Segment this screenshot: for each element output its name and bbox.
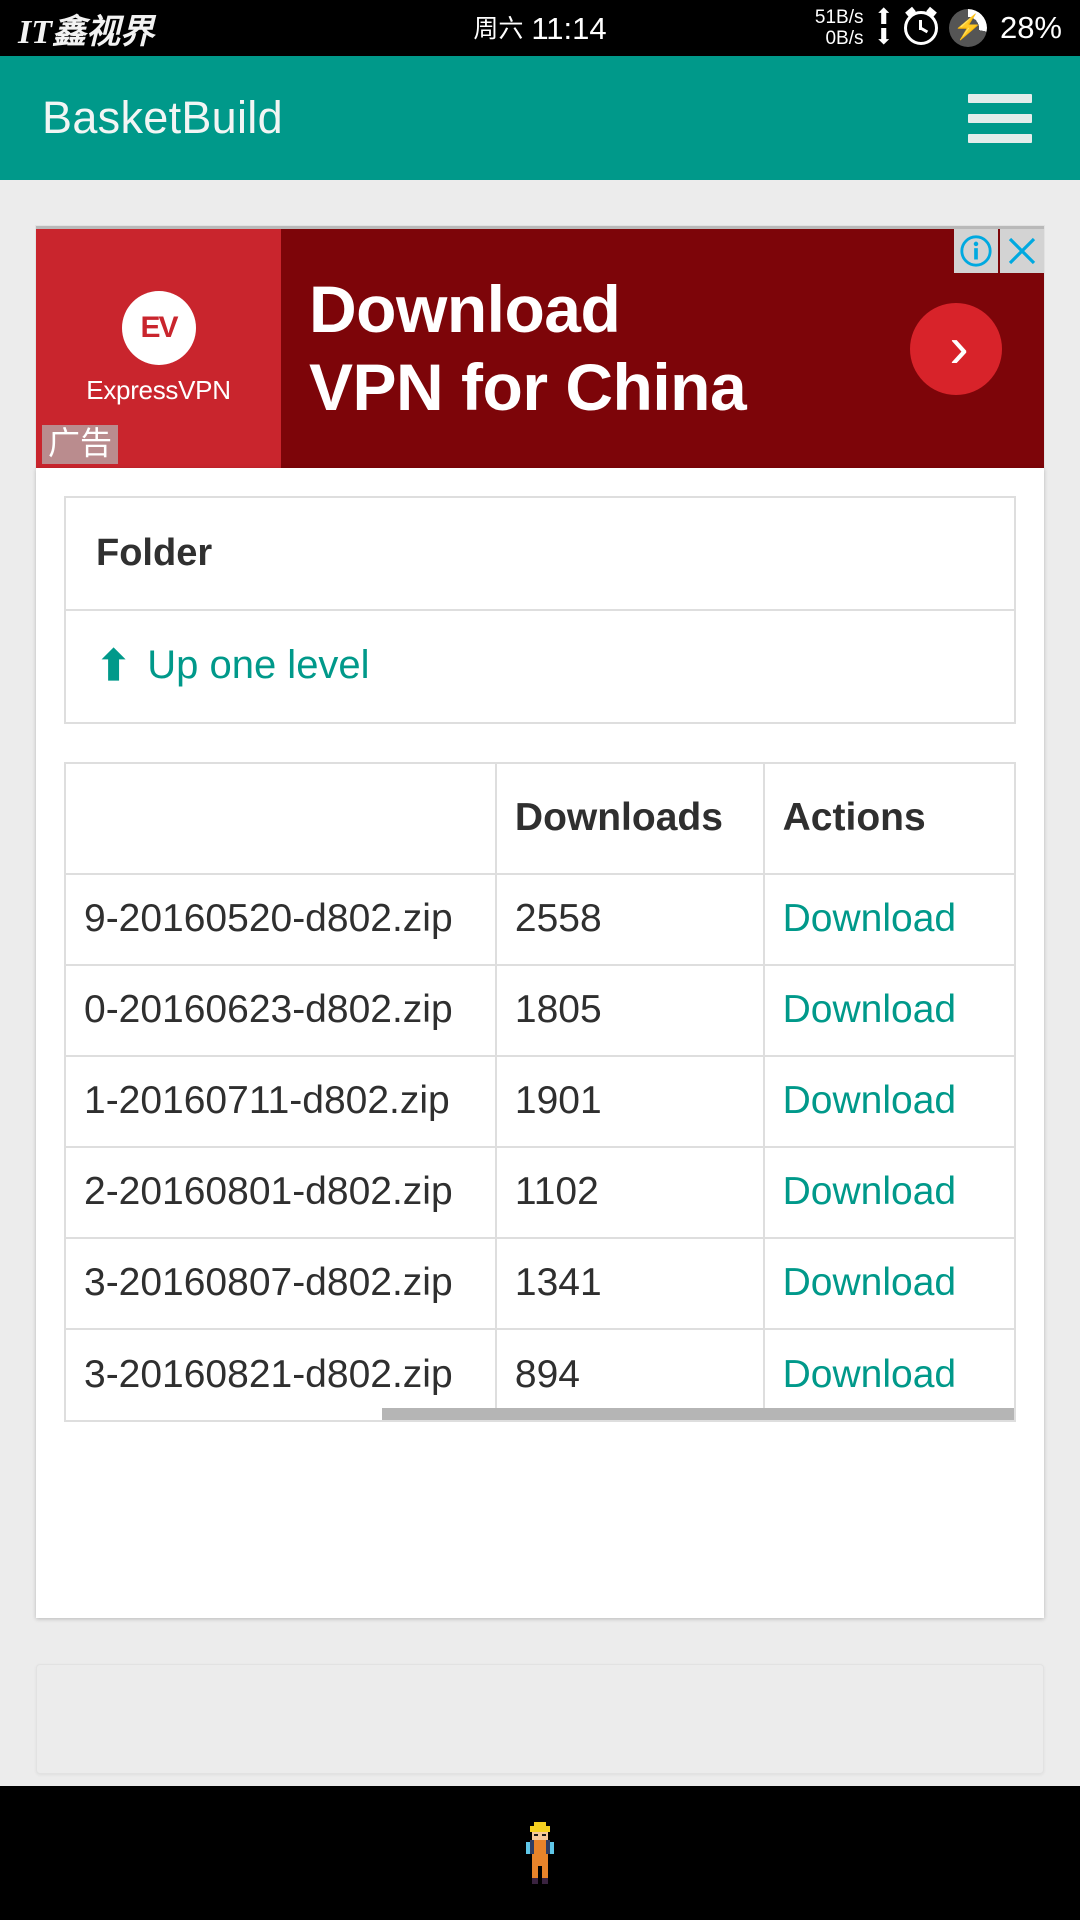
content-scroll-area[interactable]: EV ExpressVPN Download VPN for China › 广… (0, 180, 1080, 1786)
status-bar-watermark: IT鑫视界 (18, 13, 154, 51)
ad-headline-line-1: Download (309, 272, 621, 347)
download-link[interactable]: Download (783, 1170, 956, 1213)
column-header-name (66, 763, 497, 875)
download-link[interactable]: Download (783, 1353, 956, 1396)
files-table-header-row: Downloads Actions (66, 763, 1014, 875)
battery-charging-icon: ⚡ (948, 9, 987, 47)
file-downloads: 1901 (495, 1055, 765, 1148)
file-browser-card: Folder ⬆ Up one level Downloads Actions … (36, 468, 1044, 1618)
ad-banner[interactable]: EV ExpressVPN Download VPN for China › 广… (36, 226, 1044, 468)
arrow-down-icon: ⬇ (874, 24, 893, 49)
chevron-right-icon: › (949, 315, 969, 381)
table-row[interactable]: 3-20160807-d802.zip 1341 Download (66, 1237, 1014, 1330)
app-bar: BasketBuild (0, 56, 1080, 180)
status-bar-icons: 51B/s 0B/s ⬆ ⬇ ⚡ 28% (815, 6, 1062, 50)
files-table: Downloads Actions 9-20160520-d802.zip 25… (66, 763, 1014, 1420)
up-one-level-row[interactable]: ⬆ Up one level (66, 611, 1014, 722)
ad-disclosure-label: 广告 (42, 425, 119, 464)
column-header-actions: Actions (763, 763, 1014, 875)
network-download-speed: 51B/s (814, 7, 864, 28)
file-downloads: 894 (495, 1328, 765, 1420)
up-one-level-label: Up one level (147, 643, 370, 687)
expressvpn-logo-icon: EV (121, 291, 196, 365)
horizontal-scrollbar[interactable] (382, 1407, 1014, 1420)
ad-message-panel[interactable]: Download VPN for China › (281, 229, 1044, 468)
files-table-container[interactable]: Downloads Actions 9-20160520-d802.zip 25… (64, 761, 1016, 1422)
ad-headline: Download VPN for China (309, 271, 747, 425)
table-row[interactable]: 9-20160520-d802.zip 2558 Download (66, 873, 1014, 966)
download-link[interactable]: Download (783, 988, 956, 1031)
column-header-downloads: Downloads (495, 763, 765, 875)
table-row[interactable]: 1-20160711-d802.zip 1901 Download (66, 1055, 1014, 1148)
ad-advertiser-name: ExpressVPN (86, 375, 231, 405)
ad-headline-line-2: VPN for China (309, 349, 747, 424)
system-navigation-bar (0, 1786, 1080, 1920)
network-upload-speed: 0B/s (825, 28, 864, 49)
ad-controls[interactable] (952, 229, 1044, 273)
next-card-placeholder (36, 1664, 1044, 1774)
phone-screen: IT鑫视界 周六 11:14 51B/s 0B/s ⬆ ⬇ ⚡ 28% Baske… (0, 0, 1080, 1920)
table-row[interactable]: 3-20160821-d802.zip 894 Download (66, 1328, 1014, 1420)
file-downloads: 1341 (495, 1237, 765, 1330)
adchoices-info-icon[interactable] (954, 229, 998, 273)
hamburger-menu-icon[interactable] (962, 88, 1038, 149)
status-bar-day: 周六 (473, 15, 524, 43)
file-name: 9-20160520-d802.zip (66, 873, 497, 966)
file-name: 1-20160711-d802.zip (66, 1055, 497, 1148)
pixel-character-icon[interactable] (520, 1822, 560, 1884)
battery-percent: 28% (999, 10, 1062, 45)
table-row[interactable]: 0-20160623-d802.zip 1805 Download (66, 964, 1014, 1057)
ad-cta-button[interactable]: › (910, 302, 1002, 395)
network-speed: 51B/s 0B/s (815, 7, 864, 49)
folder-panel-header: Folder (66, 498, 1014, 611)
file-name: 3-20160821-d802.zip (66, 1328, 497, 1420)
alarm-clock-icon (903, 6, 938, 45)
folder-panel: Folder ⬆ Up one level (64, 496, 1016, 724)
file-name: 3-20160807-d802.zip (66, 1237, 497, 1330)
page-title: BasketBuild (42, 92, 283, 143)
file-downloads: 1102 (495, 1146, 765, 1239)
download-link[interactable]: Download (783, 897, 956, 940)
table-row[interactable]: 2-20160801-d802.zip 1102 Download (66, 1146, 1014, 1239)
status-bar-time: 11:14 (531, 11, 607, 46)
up-one-level-link[interactable]: ⬆ Up one level (96, 643, 370, 688)
download-link[interactable]: Download (783, 1261, 956, 1304)
file-downloads: 2558 (495, 873, 765, 966)
file-downloads: 1805 (495, 964, 765, 1057)
file-name: 0-20160623-d802.zip (66, 964, 497, 1057)
ad-logo-text: EV (140, 311, 178, 344)
files-table-body: 9-20160520-d802.zip 2558 Download 0-2016… (66, 873, 1014, 1420)
download-link[interactable]: Download (783, 1079, 956, 1122)
file-name: 2-20160801-d802.zip (66, 1146, 497, 1239)
arrow-up-icon: ⬆ (96, 641, 132, 689)
network-arrows-icon: ⬆ ⬇ (874, 6, 893, 49)
status-bar: IT鑫视界 周六 11:14 51B/s 0B/s ⬆ ⬇ ⚡ 28% (0, 0, 1080, 56)
close-x-icon[interactable] (1000, 229, 1044, 273)
